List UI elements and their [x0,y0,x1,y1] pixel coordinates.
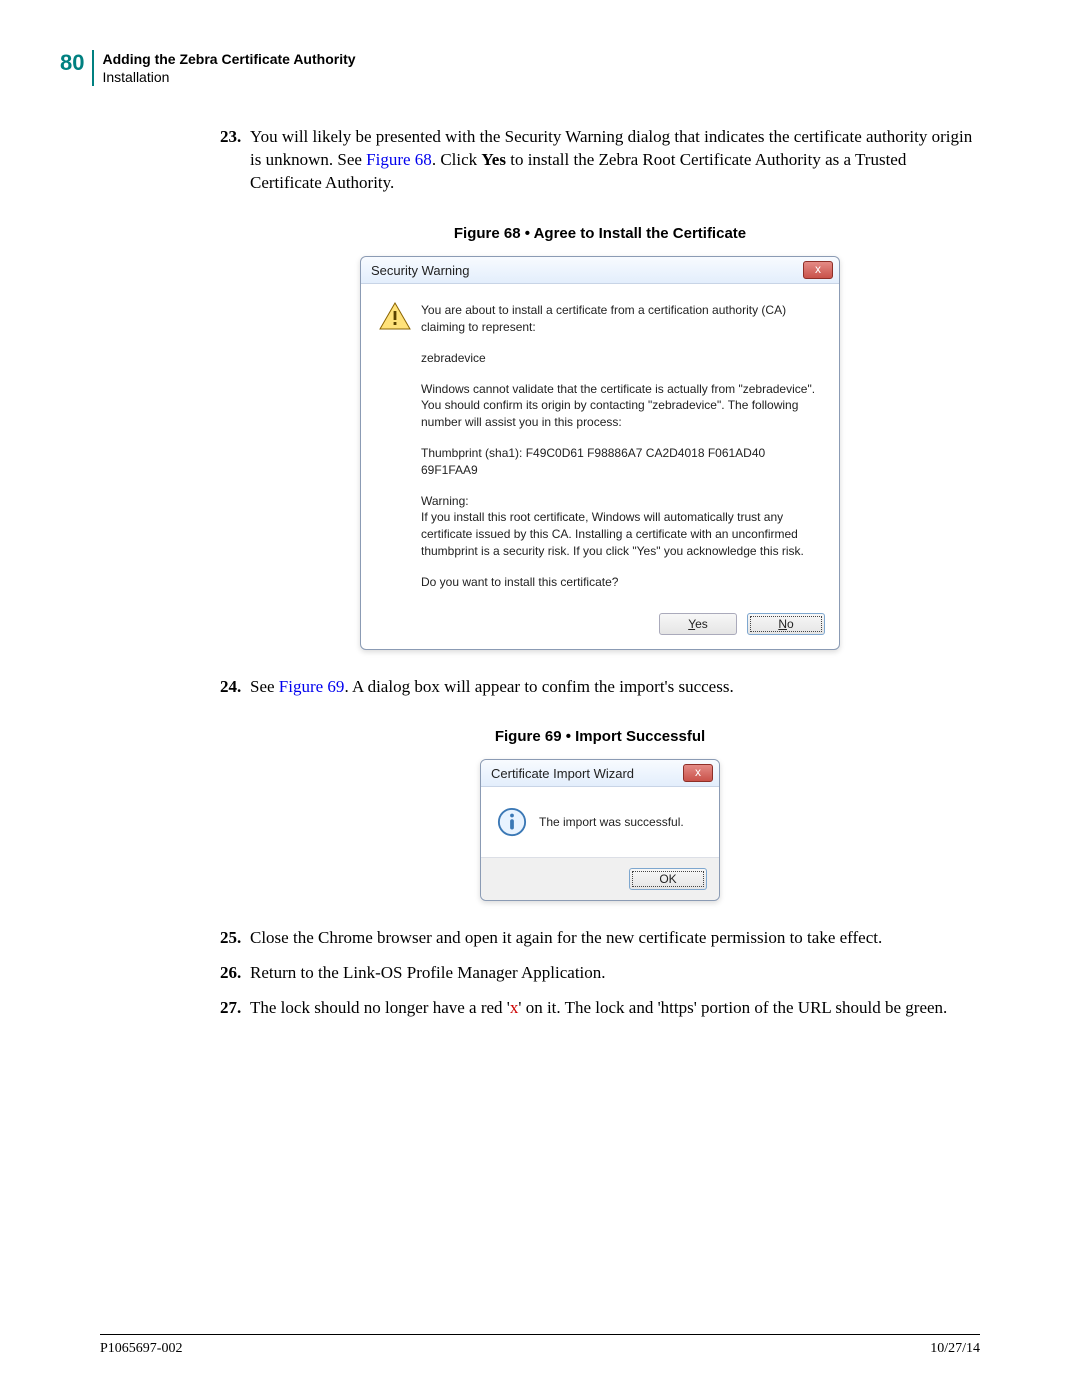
page-footer: P1065697-002 10/27/14 [100,1341,980,1357]
doc-date: 10/27/14 [930,1341,980,1357]
no-button[interactable]: No [747,613,825,635]
page-header: 80 Adding the Zebra Certificate Authorit… [60,50,980,86]
step-25: 25. Close the Chrome browser and open it… [220,927,980,950]
figure-69-caption: Figure 69 • Import Successful [220,728,980,745]
dialog-titlebar: Certificate Import Wizard x [481,760,719,787]
dialog-warning-block: Warning: If you install this root certif… [421,493,821,560]
figure-68-caption: Figure 68 • Agree to Install the Certifi… [220,225,980,242]
warning-icon [379,302,411,330]
dialog-title: Certificate Import Wizard [491,766,634,781]
step-23: 23. You will likely be presented with th… [220,126,980,195]
dialog-message-intro: You are about to install a certificate f… [421,302,821,336]
yes-button[interactable]: Yes [659,613,737,635]
dialog-subject: zebradevice [421,350,821,367]
step-24: 24. See Figure 69. A dialog box will app… [220,676,980,699]
step-number: 27. [220,997,250,1020]
dialog-title: Security Warning [371,263,470,278]
close-icon[interactable]: x [683,764,713,782]
info-icon [497,807,527,837]
header-subtitle: Installation [102,68,355,86]
step-number: 26. [220,962,250,985]
dialog-question: Do you want to install this certificate? [421,574,821,591]
page-number: 80 [60,50,92,76]
step-number: 24. [220,676,250,699]
step-text: Return to the Link-OS Profile Manager Ap… [250,962,980,985]
figure-link[interactable]: Figure 69 [279,677,345,696]
dialog-thumbprint: Thumbprint (sha1): F49C0D61 F98886A7 CA2… [421,445,821,479]
step-text: You will likely be presented with the Se… [250,126,980,195]
header-divider [92,50,94,86]
close-icon[interactable]: x [803,261,833,279]
doc-id: P1065697-002 [100,1341,182,1357]
dialog-titlebar: Security Warning x [361,257,839,284]
security-warning-dialog: Security Warning x You are about to inst… [360,256,840,649]
step-26: 26. Return to the Link-OS Profile Manage… [220,962,980,985]
figure-link[interactable]: Figure 68 [366,150,432,169]
header-title: Adding the Zebra Certificate Authority [102,50,355,68]
dialog-validate-msg: Windows cannot validate that the certifi… [421,381,821,431]
ok-button[interactable]: OK [629,868,707,890]
step-text: Close the Chrome browser and open it aga… [250,927,980,950]
footer-rule [100,1334,980,1335]
import-wizard-dialog: Certificate Import Wizard x The import w… [480,759,720,901]
dialog-success-msg: The import was successful. [539,815,684,829]
step-27: 27. The lock should no longer have a red… [220,997,980,1020]
step-number: 25. [220,927,250,950]
step-text: The lock should no longer have a red 'x'… [250,997,980,1020]
step-number: 23. [220,126,250,195]
step-text: See Figure 69. A dialog box will appear … [250,676,980,699]
